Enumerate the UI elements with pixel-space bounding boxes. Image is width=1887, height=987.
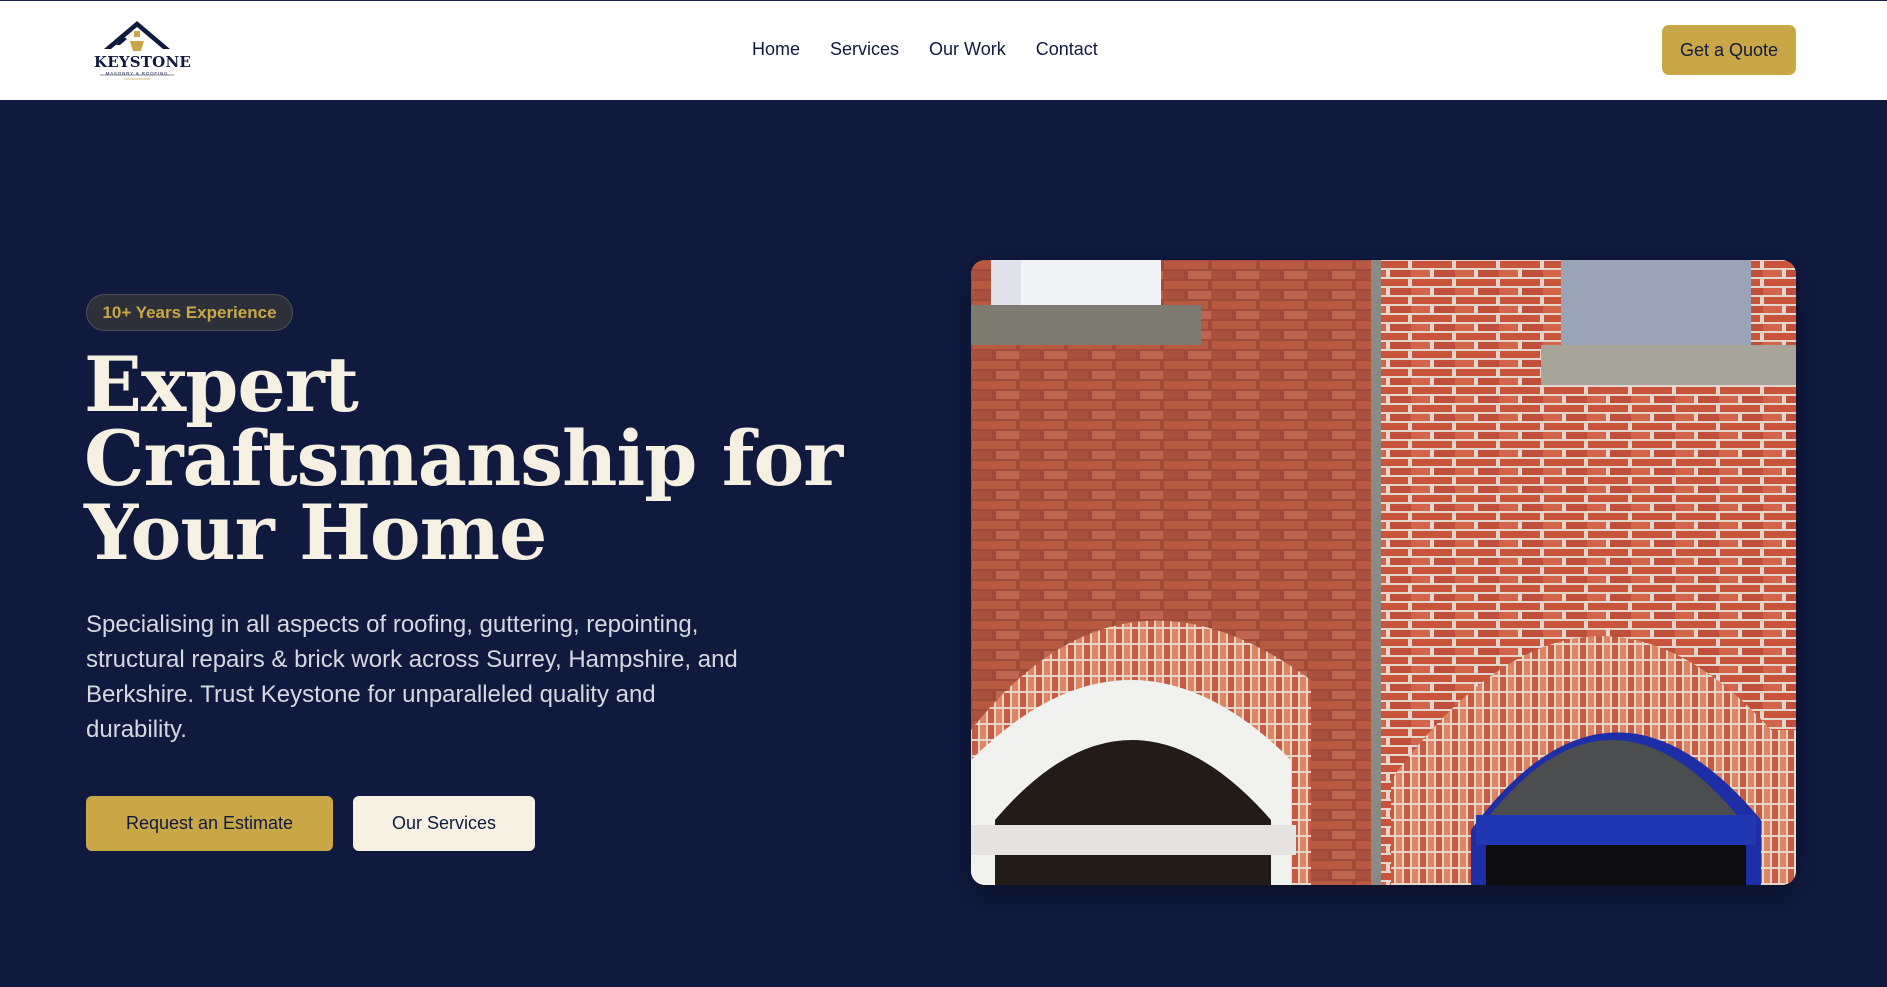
nav-item-our-work[interactable]: Our Work [929, 39, 1006, 60]
our-services-button[interactable]: Our Services [353, 796, 535, 851]
get-a-quote-button[interactable]: Get a Quote [1662, 25, 1796, 75]
nav-item-contact[interactable]: Contact [1036, 39, 1098, 60]
brick-wall-photo [971, 260, 1796, 885]
hero-headline: Expert Craftsmanship for Your Home [84, 340, 843, 577]
nav-item-services[interactable]: Services [830, 39, 899, 60]
request-estimate-button[interactable]: Request an Estimate [86, 796, 333, 851]
hero-image-brick-wall [971, 260, 1796, 885]
main-nav: Home Services Our Work Contact [752, 39, 1098, 60]
logo-wordmark: KEYSTONE [94, 53, 191, 71]
site-header: KEYSTONE MASONRY & ROOFING Home Services… [0, 0, 1887, 100]
hero-description: Specialising in all aspects of roofing, … [86, 611, 738, 743]
experience-badge: 10+ Years Experience [86, 294, 293, 331]
logo-tagline: MASONRY & ROOFING [105, 71, 169, 76]
nav-item-home[interactable]: Home [752, 39, 800, 60]
keystone-logo[interactable]: KEYSTONE MASONRY & ROOFING [94, 19, 191, 81]
